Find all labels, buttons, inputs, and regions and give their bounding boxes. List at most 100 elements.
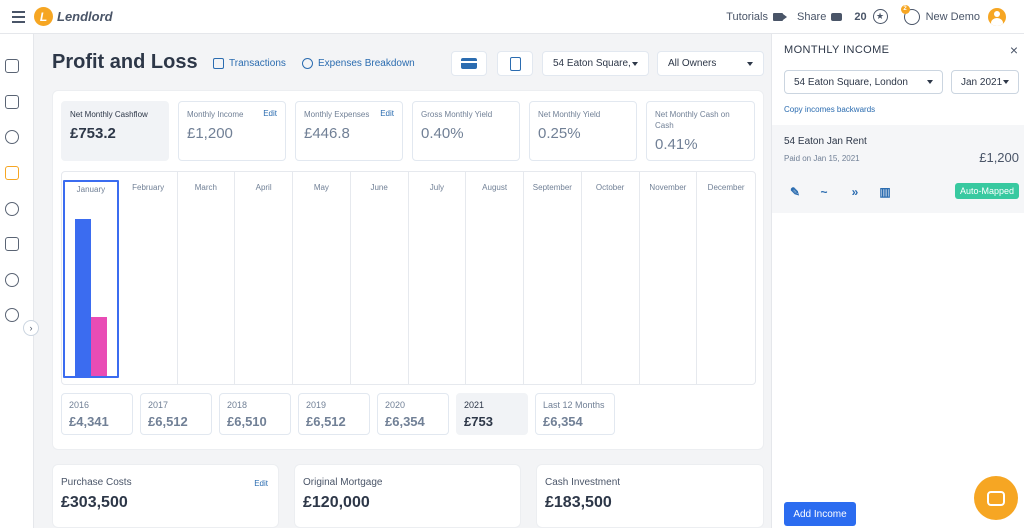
chart-month-label: September [532,183,572,192]
star-icon: ★ [872,9,888,24]
chat-icon [987,490,1005,506]
star-outline-icon[interactable] [5,308,19,322]
year-card[interactable]: Last 12 Months £6,354 [535,393,615,435]
year-label: 2021 [464,400,485,410]
expenses-breakdown-link[interactable]: Expenses Breakdown [302,58,415,69]
expand-rail-button[interactable]: › [23,320,39,336]
chart-month-december[interactable]: December [697,172,755,384]
chart-month-october[interactable]: October [582,172,640,384]
package-icon[interactable] [5,237,19,251]
income-date: Paid on Jan 15, 2021 [784,154,860,163]
transactions-link[interactable]: Transactions [213,58,286,69]
chart-month-june[interactable]: June [351,172,409,384]
monthly-chart: January February March April May June July Augu… [61,171,756,385]
year-value: £6,512 [306,414,346,429]
edit-income-link[interactable]: Edit [263,109,277,118]
trash-icon[interactable]: ▥ [878,185,892,199]
drawer-property-select[interactable]: 54 Eaton Square, London [784,70,943,94]
year-label: 2016 [69,400,90,410]
avatar [988,7,1006,26]
year-card[interactable]: 2017 £6,512 [140,393,212,435]
tutorials-link[interactable]: Tutorials [726,11,787,23]
users-icon[interactable] [5,130,19,144]
original-mortgage-label: Original Mortgage [303,477,383,488]
briefcase-icon[interactable] [5,95,19,109]
income-name: 54 Eaton Jan Rent [784,136,867,147]
chart-month-april[interactable]: April [235,172,293,384]
owners-select[interactable]: All Owners [657,51,764,76]
share-label: Share [796,10,827,23]
metric-value: 0.41% [655,136,698,153]
year-value: £4,341 [69,414,109,429]
points-counter[interactable]: 20 ★ [854,9,888,24]
notifications-button[interactable]: 2 [900,4,920,25]
property-select-value: 54 Eaton Square, [553,58,631,69]
chat-button[interactable] [974,476,1018,520]
finance-icon[interactable] [5,166,19,180]
chart-icon[interactable] [5,59,19,73]
chart-month-august[interactable]: August [466,172,524,384]
menu-icon[interactable] [6,10,30,23]
chart-month-label: May [313,183,329,192]
search-property-icon[interactable] [5,202,19,216]
signature-icon[interactable]: ~ [817,185,831,199]
status-badge: Auto-Mapped [954,183,1019,199]
drawer-property-value: 54 Eaton Square, London [794,76,908,88]
export-button[interactable] [497,51,533,76]
metric-card[interactable]: Net Monthly Cashflow £753.2 [61,101,169,161]
chart-month-november[interactable]: November [640,172,698,384]
logo[interactable]: L Lendlord [34,7,113,26]
metric-card[interactable]: Monthly Income £1,200 Edit [178,101,286,161]
points-count: 20 [854,10,867,23]
edit-purchase-link[interactable]: Edit [254,479,268,488]
year-card[interactable]: 2018 £6,510 [219,393,291,435]
card-button[interactable] [451,51,487,76]
chart-month-may[interactable]: May [293,172,351,384]
purchase-costs-card: Purchase Costs £303,500 Edit [52,464,279,528]
year-label: 2019 [306,400,327,410]
expenses-breakdown-label: Expenses Breakdown [318,58,415,69]
chart-month-february[interactable]: February [120,172,178,384]
year-card[interactable]: 2016 £4,341 [61,393,133,435]
camera-icon [831,12,843,21]
metric-label: Net Monthly Cash on Cash [655,110,730,130]
page-title: Profit and Loss [52,51,198,73]
copy-incomes-link[interactable]: Copy incomes backwards [784,105,875,114]
year-card-selected[interactable]: 2021 £753 [456,393,528,435]
chart-month-july[interactable]: July [409,172,467,384]
purchase-costs-value: £303,500 [61,494,128,511]
add-income-button[interactable]: Add Income [784,502,856,526]
income-amount: £1,200 [979,150,1019,165]
metric-value: 0.25% [538,125,581,142]
chart-month-label: August [482,183,508,192]
original-mortgage-value: £120,000 [303,494,370,511]
close-icon[interactable]: × [1010,42,1018,58]
property-select[interactable]: 54 Eaton Square, [542,51,649,76]
user-menu[interactable]: New Demo [926,7,1006,26]
sync-icon[interactable] [5,273,19,287]
year-value: £6,354 [543,414,583,429]
chart-month-september[interactable]: September [524,172,582,384]
metric-value: 0.40% [421,125,464,142]
chart-month-label: October [595,183,625,192]
metric-card[interactable]: Monthly Expenses £446.8 Edit [295,101,403,161]
year-card[interactable]: 2020 £6,354 [377,393,449,435]
chart-month-january[interactable]: January [63,180,119,378]
chart-month-march[interactable]: March [178,172,236,384]
share-link[interactable]: Share [796,10,843,23]
year-label: Last 12 Months [543,400,605,410]
income-item[interactable]: 54 Eaton Jan Rent Paid on Jan 15, 2021 £… [772,125,1024,213]
metric-card[interactable]: Net Monthly Cash on Cash 0.41% [646,101,755,161]
chart-month-label: December [707,183,745,192]
chart-bar-expenses [91,317,107,376]
year-card[interactable]: 2019 £6,512 [298,393,370,435]
drawer-month-select[interactable]: Jan 2021 [951,70,1019,94]
cash-investment-value: £183,500 [545,494,612,511]
edit-icon[interactable]: ✎ [788,185,802,199]
metric-card[interactable]: Gross Monthly Yield 0.40% [412,101,520,161]
metric-card[interactable]: Net Monthly Yield 0.25% [529,101,637,161]
edit-expenses-link[interactable]: Edit [380,109,394,118]
chart-bar-income [75,219,91,376]
year-value: £753 [464,414,493,429]
double-chevron-right-icon[interactable]: » [848,185,862,199]
